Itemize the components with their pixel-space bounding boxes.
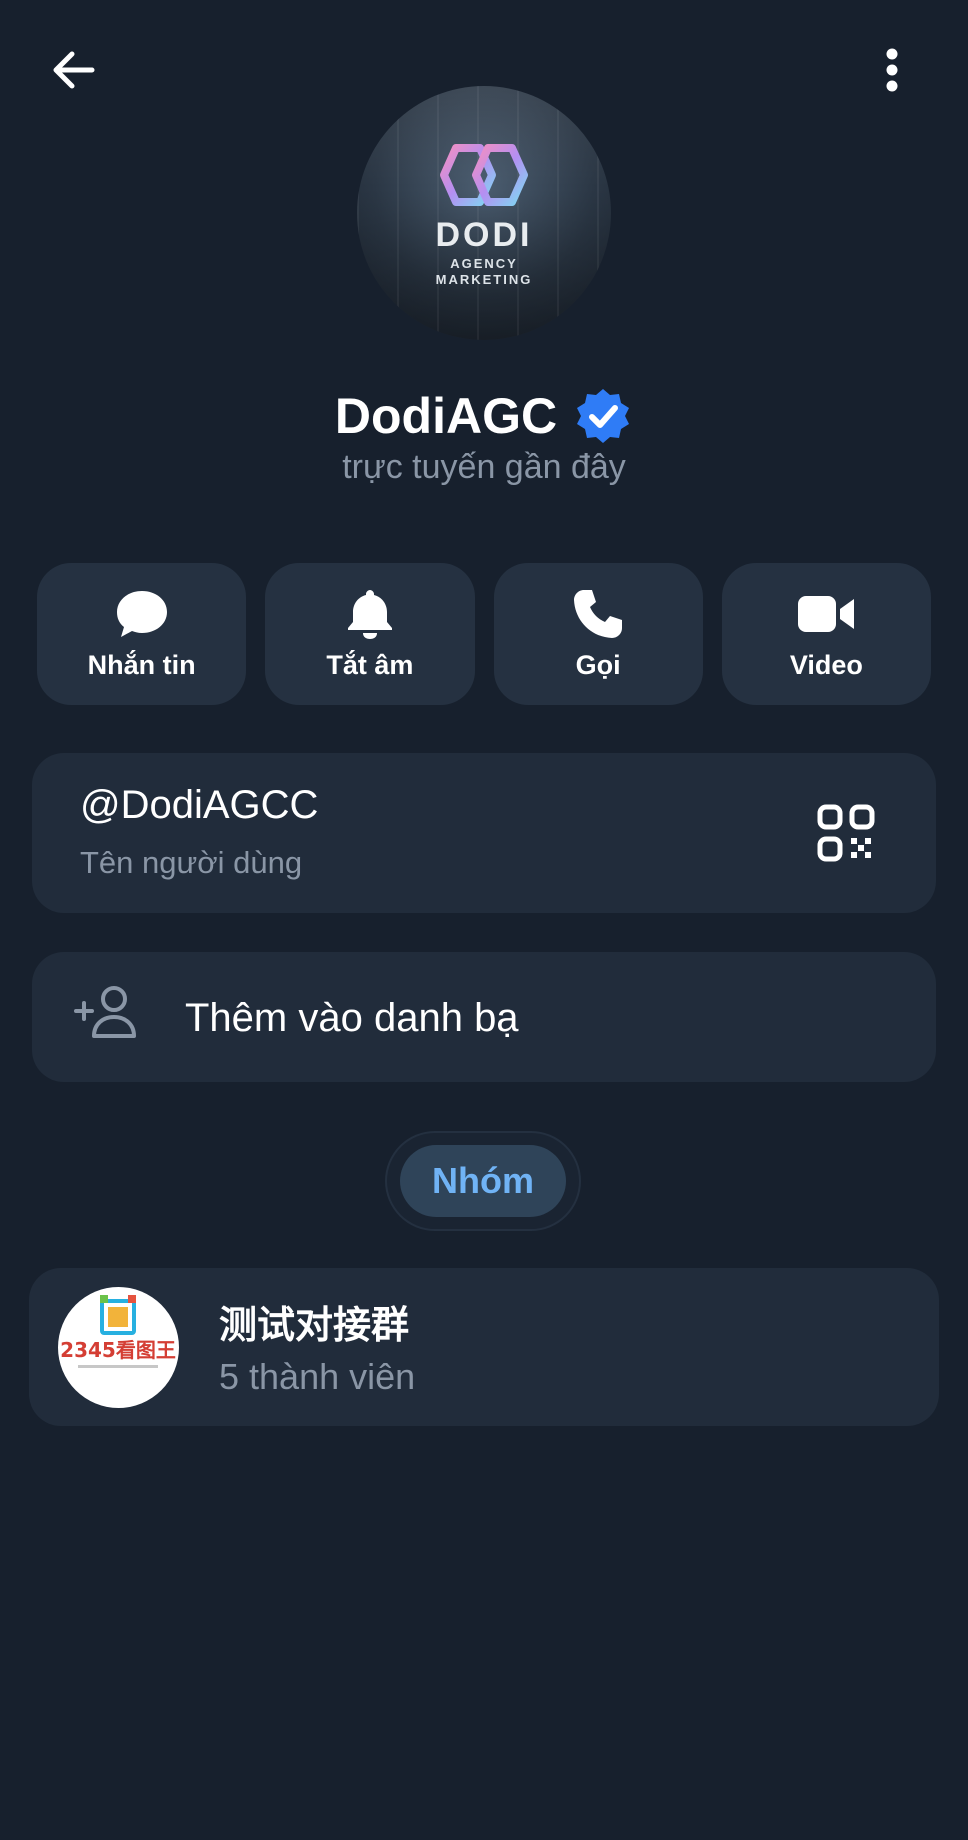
image-viewer-logo-icon: 2345看图王 (60, 1295, 176, 1368)
profile-status: trực tuyến gần đây (342, 448, 626, 486)
mute-label: Tắt âm (326, 649, 414, 680)
group-avatar: 2345看图王 (58, 1287, 179, 1408)
more-vertical-icon (886, 48, 898, 92)
arrow-left-icon (53, 51, 95, 89)
verified-badge-icon (577, 389, 630, 443)
call-label: Gọi (575, 649, 621, 680)
back-button[interactable] (44, 40, 104, 100)
tab-bar: Nhóm (387, 1133, 579, 1229)
tab-groups[interactable]: Nhóm (400, 1145, 566, 1217)
chat-bubble-icon (116, 590, 167, 637)
avatar-logo-text: DODI (435, 216, 533, 254)
group-name: 测试对接群 (219, 1305, 410, 1347)
username-caption: Tên người dùng (80, 845, 303, 880)
add-contact-button[interactable]: Thêm vào danh bạ (32, 952, 936, 1082)
message-button[interactable]: Nhắn tin (37, 563, 247, 705)
qr-code-icon[interactable] (816, 803, 876, 863)
group-list-item[interactable]: 2345看图王 测试对接群 5 thành viên (29, 1268, 939, 1426)
profile-avatar[interactable]: DODI AGENCY MARKETING (357, 86, 611, 340)
phone-icon (574, 589, 623, 638)
avatar-logo-subtext: MARKETING (435, 272, 533, 287)
avatar-logo-subtext: AGENCY (450, 256, 518, 271)
add-contact-label: Thêm vào danh bạ (185, 996, 519, 1040)
group-members-count: 5 thành viên (219, 1356, 416, 1397)
video-label: Video (789, 649, 863, 680)
message-label: Nhắn tin (87, 649, 196, 680)
profile-name-row: DodiAGC (0, 385, 968, 447)
add-person-icon (74, 986, 136, 1038)
profile-name: DodiAGC (334, 388, 558, 444)
username-card[interactable]: @DodiAGCC Tên người dùng (32, 753, 936, 913)
action-buttons: Nhắn tin Tắt âm Gọi Video (37, 563, 931, 705)
call-button[interactable]: Gọi (493, 563, 703, 705)
username-value[interactable]: @DodiAGCC (80, 783, 318, 828)
video-button[interactable]: Video (721, 563, 931, 705)
more-options-button[interactable] (862, 40, 922, 100)
avatar-background (357, 86, 611, 340)
group-avatar-text: 2345看图王 (60, 1338, 176, 1362)
bell-icon (347, 589, 392, 639)
video-camera-icon (798, 595, 855, 632)
mute-button[interactable]: Tắt âm (265, 563, 475, 705)
dodi-logo-icon (440, 144, 528, 206)
